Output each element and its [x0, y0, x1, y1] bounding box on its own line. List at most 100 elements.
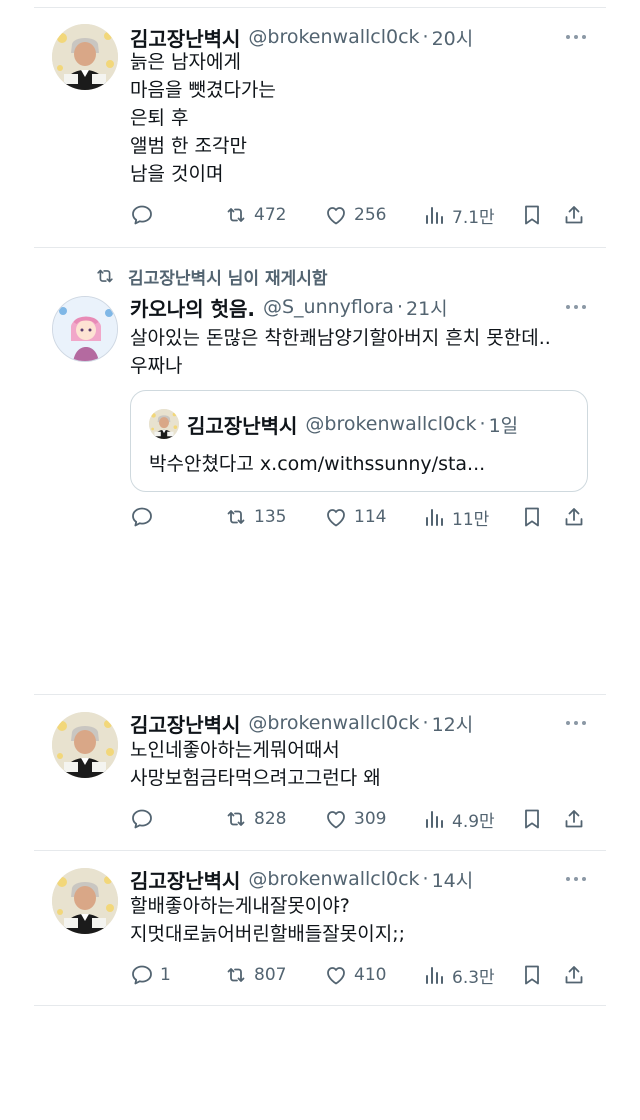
- view-count: 6.3만: [452, 967, 495, 988]
- separator-dot: ·: [479, 413, 486, 435]
- feed-divider: [34, 247, 606, 248]
- quoted-tweet[interactable]: 김고장난벽시 @brokenwallcl0ck · 1일 박수안쳤다고 x.co…: [130, 390, 588, 492]
- view-count: 7.1만: [452, 207, 495, 228]
- tweet[interactable]: 김고장난벽시 @brokenwallcl0ck · 12시 노인네좋아하는게뭐어…: [34, 708, 606, 838]
- like-button[interactable]: 114: [324, 502, 386, 532]
- tweet[interactable]: 김고장난벽시 @brokenwallcl0ck · 20시 늙은 남자에게 마음…: [34, 22, 606, 244]
- retweet-count: 135: [254, 507, 287, 527]
- tweet-line: 살아있는 돈많은 착한쾌남양기할아버지 흔치 못한데..: [130, 327, 551, 349]
- like-button[interactable]: 256: [324, 200, 386, 230]
- share-button[interactable]: [562, 502, 586, 532]
- bookmark-button[interactable]: [520, 502, 544, 532]
- more-options-icon[interactable]: [566, 292, 586, 322]
- retweet-count: 472: [254, 205, 287, 225]
- tweet-line: 늙은 남자에게: [130, 51, 241, 73]
- reply-button[interactable]: [130, 200, 160, 230]
- like-button[interactable]: 410: [324, 960, 386, 990]
- reply-icon: [130, 203, 154, 227]
- heart-icon: [324, 505, 348, 529]
- avatar[interactable]: [149, 409, 179, 439]
- share-icon: [562, 963, 586, 987]
- author-handle: @brokenwallcl0ck: [305, 413, 477, 435]
- views-button[interactable]: 7.1만: [422, 200, 495, 230]
- author-name: 김고장난벽시: [187, 413, 298, 438]
- quote-text: 박수안쳤다고 x.com/withssunny/sta...: [149, 453, 486, 475]
- retweet-icon: [224, 505, 248, 529]
- repost-label: 김고장난벽시 님이 재게시함: [128, 268, 328, 289]
- timestamp[interactable]: 14시: [432, 866, 474, 893]
- views-button[interactable]: 11만: [422, 502, 489, 532]
- share-button[interactable]: [562, 804, 586, 834]
- tweet-line: 노인네좋아하는게뭐어때서: [130, 739, 340, 761]
- like-button[interactable]: 309: [324, 804, 386, 834]
- bookmark-icon: [520, 963, 544, 987]
- reply-count: 1: [160, 965, 171, 985]
- reply-icon: [130, 963, 154, 987]
- timestamp[interactable]: 21시: [406, 294, 448, 321]
- bookmark-button[interactable]: [520, 960, 544, 990]
- tweet-text: 살아있는 돈많은 착한쾌남양기할아버지 흔치 못한데.. 우짜나: [130, 324, 592, 380]
- tweet-text: 늙은 남자에게 마음을 뺏겼다가는 은퇴 후 앨범 한 조각만 남을 것이며: [130, 48, 592, 188]
- share-icon: [562, 203, 586, 227]
- separator-dot: ·: [422, 868, 429, 890]
- avatar[interactable]: [52, 868, 118, 934]
- avatar[interactable]: [52, 24, 118, 90]
- separator-dot: ·: [422, 712, 429, 734]
- tweet-line: 남을 것이며: [130, 163, 224, 185]
- tweet-line: 은퇴 후: [130, 107, 189, 129]
- tweet-line: 우짜나: [130, 355, 183, 377]
- retweet-button[interactable]: 135: [224, 502, 286, 532]
- avatar[interactable]: [52, 712, 118, 778]
- bookmark-icon: [520, 807, 544, 831]
- retweet-icon: [224, 963, 248, 987]
- author-name[interactable]: 김고장난벽시: [130, 865, 240, 894]
- bookmark-icon: [520, 505, 544, 529]
- quote-header: 김고장난벽시 @brokenwallcl0ck · 1일: [187, 409, 518, 439]
- tweet-header: 김고장난벽시 @brokenwallcl0ck · 12시: [130, 708, 606, 738]
- tweet-line: 마음을 뺏겼다가는: [130, 79, 276, 101]
- retweet-icon: [224, 807, 248, 831]
- tweet-line: 지멋대로늙어버린할배들잘못이지;;: [130, 923, 406, 945]
- retweet-icon: [94, 265, 116, 287]
- feed-divider: [34, 1005, 606, 1006]
- author-handle[interactable]: @S_unnyflora: [263, 296, 394, 318]
- timestamp[interactable]: 20시: [432, 24, 474, 51]
- timestamp[interactable]: 12시: [432, 710, 474, 737]
- reply-button[interactable]: [130, 502, 160, 532]
- separator-dot: ·: [422, 26, 429, 48]
- reply-button[interactable]: [130, 804, 160, 834]
- feed-divider: [34, 850, 606, 851]
- more-options-icon[interactable]: [566, 708, 586, 738]
- author-handle[interactable]: @brokenwallcl0ck: [248, 712, 419, 734]
- share-button[interactable]: [562, 200, 586, 230]
- bookmark-button[interactable]: [520, 804, 544, 834]
- like-count: 256: [354, 205, 387, 225]
- author-name[interactable]: 김고장난벽시: [130, 709, 240, 738]
- bookmark-icon: [520, 203, 544, 227]
- view-count: 4.9만: [452, 811, 495, 832]
- author-handle[interactable]: @brokenwallcl0ck: [248, 26, 419, 48]
- heart-icon: [324, 807, 348, 831]
- bookmark-button[interactable]: [520, 200, 544, 230]
- author-name[interactable]: 카오나의 헛음.: [130, 293, 255, 322]
- views-button[interactable]: 4.9만: [422, 804, 495, 834]
- retweet-icon: [224, 203, 248, 227]
- avatar[interactable]: [52, 296, 118, 362]
- share-button[interactable]: [562, 960, 586, 990]
- repost-indicator[interactable]: 김고장난벽시 님이 재게시함: [94, 264, 328, 289]
- tweet[interactable]: 김고장난벽시 @brokenwallcl0ck · 14시 할배좋아하는게내잘못…: [34, 864, 606, 996]
- separator-dot: ·: [396, 296, 403, 318]
- retweet-button[interactable]: 828: [224, 804, 286, 834]
- retweet-button[interactable]: 472: [224, 200, 286, 230]
- more-options-icon[interactable]: [566, 864, 586, 894]
- author-handle[interactable]: @brokenwallcl0ck: [248, 868, 419, 890]
- timestamp: 1일: [488, 414, 519, 437]
- reply-button[interactable]: 1: [130, 960, 171, 990]
- retweet-button[interactable]: 807: [224, 960, 286, 990]
- views-button[interactable]: 6.3만: [422, 960, 495, 990]
- tweet-line: 할배좋아하는게내잘못이야?: [130, 895, 350, 917]
- tweet[interactable]: 김고장난벽시 님이 재게시함 카오나의 헛음. @S_unnyflora · 2…: [34, 262, 606, 542]
- share-icon: [562, 505, 586, 529]
- tweet-line: 앨범 한 조각만: [130, 135, 247, 157]
- heart-icon: [324, 203, 348, 227]
